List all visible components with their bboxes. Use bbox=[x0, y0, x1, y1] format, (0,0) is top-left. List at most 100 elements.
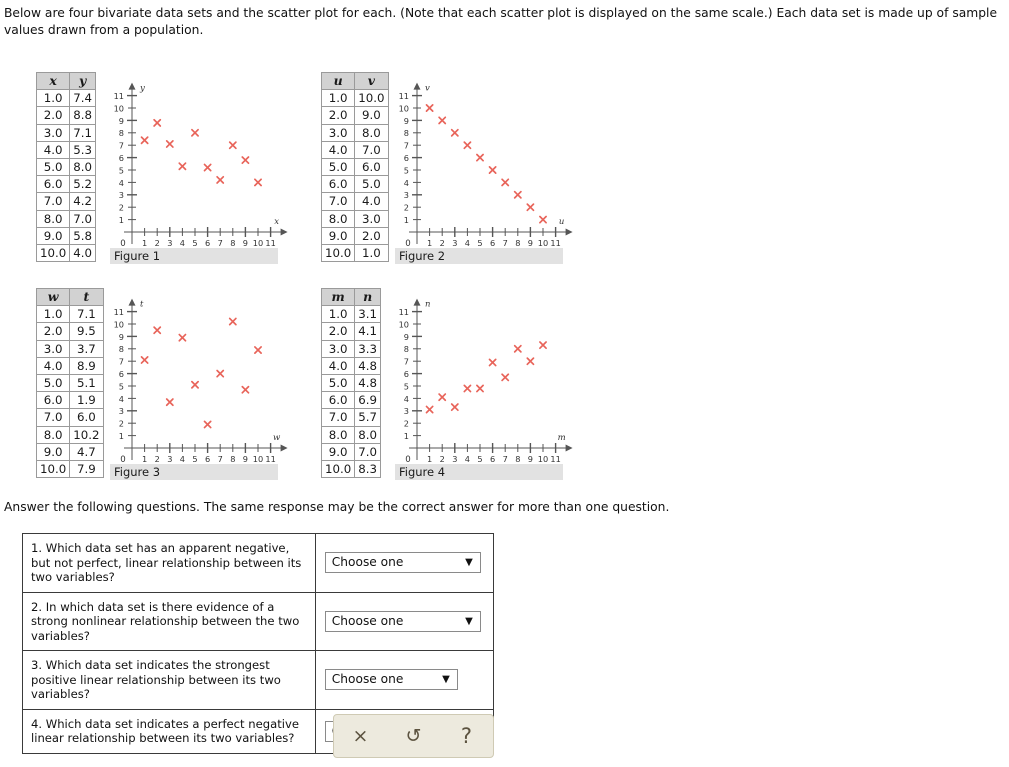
table-cell: 10.0 bbox=[35, 243, 71, 263]
table-cell: 8.0 bbox=[320, 425, 356, 444]
table-cell: 4.0 bbox=[69, 243, 97, 263]
table-cell: 9.0 bbox=[35, 226, 71, 245]
svg-text:11: 11 bbox=[265, 238, 275, 248]
table-cell: 7.0 bbox=[320, 408, 356, 427]
dropdown-value: Choose one bbox=[331, 555, 404, 570]
table-row: 10.0 1.0 bbox=[320, 243, 389, 263]
table-row: 8.0 10.2 bbox=[35, 425, 104, 444]
table-cell: 4.8 bbox=[354, 373, 382, 393]
figure-1: 1 1 2 2 3 3 4 4 5 5 6 6 7 7 8 8 9 9 10 10 11 11 0 x y bbox=[110, 82, 305, 267]
data-point bbox=[241, 156, 250, 165]
svg-text:10: 10 bbox=[114, 319, 124, 329]
table-cell: 10.0 bbox=[320, 459, 356, 479]
dataset-3-table: w t 1.0 7.1 2.0 9.5 3.0 3.7 4.0 8.9 5.0 5.1 6.0 1.9 7.… bbox=[35, 287, 104, 479]
data-point bbox=[425, 405, 434, 414]
table-row: 1.0 7.1 bbox=[35, 305, 104, 324]
data-point bbox=[203, 163, 212, 172]
svg-text:5: 5 bbox=[404, 381, 409, 391]
svg-text:x: x bbox=[274, 217, 279, 227]
table-row: 6.0 6.9 bbox=[320, 391, 382, 410]
table-row: 4.0 8.9 bbox=[35, 356, 104, 375]
svg-text:4: 4 bbox=[180, 238, 185, 248]
svg-text:6: 6 bbox=[490, 454, 495, 464]
answer-dropdown-1[interactable]: Choose one ▼ bbox=[324, 552, 481, 574]
data-point bbox=[165, 140, 174, 148]
svg-text:2: 2 bbox=[119, 419, 124, 429]
svg-text:3: 3 bbox=[119, 190, 124, 200]
data-point bbox=[438, 116, 447, 125]
table-row: 9.0 7.0 bbox=[320, 442, 382, 461]
svg-text:8: 8 bbox=[404, 344, 409, 354]
table-header-row: wt bbox=[35, 287, 104, 307]
table-cell: 9.0 bbox=[354, 106, 389, 125]
table-cell: 7.0 bbox=[69, 209, 97, 228]
answer-dropdown-3[interactable]: Choose one ▼ bbox=[324, 669, 458, 691]
answer-cell: Choose one ▼ bbox=[314, 591, 495, 651]
close-icon[interactable]: × bbox=[341, 719, 381, 753]
scatter-plot: 112233445566778899101011110wt bbox=[114, 298, 288, 465]
table-cell: 2.0 bbox=[35, 106, 71, 125]
answer-cell: Choose one ▼ bbox=[314, 533, 495, 593]
figure-4: 1 1 2 2 3 3 4 4 5 5 6 6 7 7 8 8 9 9 10 10 11 11 0 m n bbox=[395, 298, 590, 483]
svg-text:6: 6 bbox=[205, 238, 210, 248]
table-cell: 8.3 bbox=[354, 459, 382, 479]
action-toolbar: × ↺ ? bbox=[333, 714, 494, 758]
scatter-plot: 112233445566778899101011110mn bbox=[399, 298, 573, 465]
svg-text:7: 7 bbox=[218, 454, 223, 464]
table-cell: 2.0 bbox=[320, 322, 356, 341]
answer-dropdown-2[interactable]: Choose one ▼ bbox=[324, 610, 481, 632]
table-row: 10.0 8.3 bbox=[320, 459, 382, 479]
scatter-plot: 112233445566778899101011110uv bbox=[399, 82, 573, 249]
data-point bbox=[539, 341, 547, 350]
figure-caption: Figure 3 bbox=[110, 464, 278, 480]
dataset-1-table: x y 1.0 7.4 2.0 8.8 3.0 7.1 4.0 5.3 5.0 8.0 6.0 5.2 7.… bbox=[35, 71, 97, 263]
table-cell: 7.1 bbox=[69, 305, 104, 324]
table-cell: 1.0 bbox=[35, 89, 71, 108]
data-point bbox=[450, 128, 459, 137]
data-point bbox=[178, 333, 187, 342]
table-cell: 6.9 bbox=[354, 391, 382, 410]
table-cell: 5.7 bbox=[354, 408, 382, 427]
table-row: 6.0 5.0 bbox=[320, 175, 389, 194]
svg-text:6: 6 bbox=[205, 454, 210, 464]
svg-text:11: 11 bbox=[550, 454, 560, 464]
table-cell: 5.0 bbox=[354, 175, 389, 194]
table-cell: 1.0 bbox=[35, 305, 71, 324]
data-point bbox=[254, 346, 262, 354]
table-row: 3.0 3.7 bbox=[35, 339, 104, 358]
svg-text:w: w bbox=[273, 433, 281, 443]
table-header-row: mn bbox=[320, 287, 382, 307]
table-cell: 4.7 bbox=[69, 442, 104, 461]
svg-text:2: 2 bbox=[440, 454, 445, 464]
table-cell: 8.8 bbox=[69, 106, 97, 125]
data-point bbox=[526, 357, 535, 366]
help-icon[interactable]: ? bbox=[447, 719, 487, 753]
svg-text:9: 9 bbox=[404, 116, 409, 126]
table-cell: 10.0 bbox=[320, 243, 356, 263]
table-cell: 4.2 bbox=[69, 192, 97, 211]
reset-icon[interactable]: ↺ bbox=[394, 719, 434, 753]
svg-text:9: 9 bbox=[119, 116, 124, 126]
table-cell: 5.8 bbox=[69, 226, 97, 245]
table-cell: 1.9 bbox=[69, 391, 104, 410]
svg-text:10: 10 bbox=[538, 454, 548, 464]
data-point bbox=[476, 153, 484, 162]
table-row: 7.0 4.2 bbox=[35, 192, 97, 211]
svg-text:8: 8 bbox=[119, 344, 124, 354]
table-cell: 8.0 bbox=[320, 209, 356, 228]
figure-caption: Figure 2 bbox=[395, 248, 563, 264]
svg-text:u: u bbox=[559, 217, 564, 227]
svg-text:10: 10 bbox=[538, 238, 548, 248]
svg-text:8: 8 bbox=[230, 238, 235, 248]
table-row: 2.0 9.0 bbox=[320, 106, 389, 125]
table-row: 1.0 7.4 bbox=[35, 89, 97, 108]
table-cell: 2.0 bbox=[354, 226, 389, 245]
data-point bbox=[526, 203, 535, 212]
svg-text:5: 5 bbox=[192, 238, 197, 248]
svg-text:8: 8 bbox=[404, 128, 409, 138]
svg-text:7: 7 bbox=[503, 454, 508, 464]
column-header: n bbox=[354, 287, 382, 307]
table-cell: 3.0 bbox=[35, 123, 71, 142]
svg-text:6: 6 bbox=[119, 369, 124, 379]
table-cell: 6.0 bbox=[35, 175, 71, 194]
